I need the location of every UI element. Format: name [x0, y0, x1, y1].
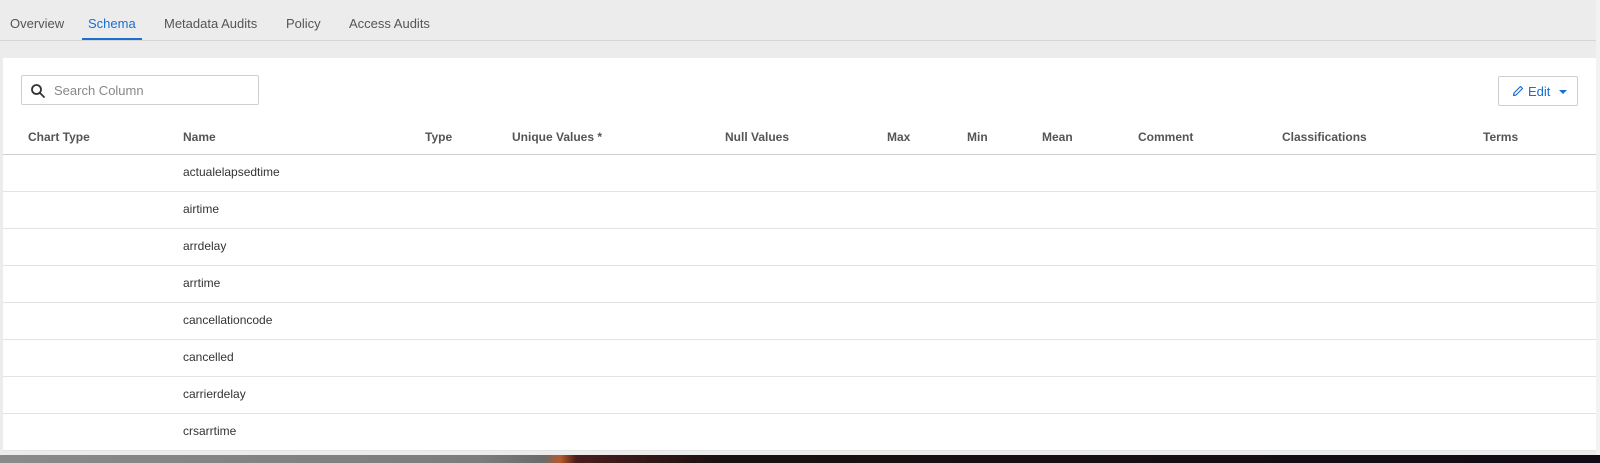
column-name: arrtime	[183, 276, 221, 290]
table-row[interactable]: arrdelay	[3, 229, 1596, 266]
column-name: actualelapsedtime	[183, 165, 280, 179]
schema-panel: Edit Chart Type Name Type Unique Values …	[3, 58, 1596, 451]
tab-overview[interactable]: Overview	[10, 0, 64, 40]
column-header-terms[interactable]: Terms	[1483, 130, 1518, 144]
column-header-null-values[interactable]: Null Values	[725, 130, 789, 144]
column-header-max[interactable]: Max	[887, 130, 910, 144]
column-name: arrdelay	[183, 239, 227, 253]
tab-policy[interactable]: Policy	[286, 0, 321, 40]
edit-button-label: Edit	[1528, 84, 1551, 99]
column-header-unique-values[interactable]: Unique Values *	[512, 130, 602, 144]
table-row[interactable]: airtime	[3, 192, 1596, 229]
table-header: Chart Type Name Type Unique Values * Nul…	[3, 120, 1596, 155]
tab-metadata-audits[interactable]: Metadata Audits	[164, 0, 257, 40]
chevron-down-icon	[1559, 90, 1567, 94]
column-name: airtime	[183, 202, 220, 216]
column-name: carrierdelay	[183, 387, 246, 401]
table-row[interactable]: crsarrtime	[3, 414, 1596, 451]
column-header-type[interactable]: Type	[425, 130, 452, 144]
table-row[interactable]: carrierdelay	[3, 377, 1596, 414]
column-header-classifications[interactable]: Classifications	[1282, 130, 1367, 144]
column-header-chart-type[interactable]: Chart Type	[28, 130, 90, 144]
scroll-gutter	[1596, 0, 1600, 463]
search-column-input[interactable]	[54, 80, 250, 100]
tab-access-audits[interactable]: Access Audits	[349, 0, 430, 40]
table-row[interactable]: cancellationcode	[3, 303, 1596, 340]
table-row[interactable]: actualelapsedtime	[3, 155, 1596, 192]
column-header-min[interactable]: Min	[967, 130, 988, 144]
column-header-comment[interactable]: Comment	[1138, 130, 1193, 144]
column-header-name[interactable]: Name	[183, 130, 216, 144]
pencil-icon	[1512, 85, 1524, 97]
search-column-box[interactable]	[21, 75, 259, 105]
column-name: cancellationcode	[183, 313, 273, 327]
edit-button[interactable]: Edit	[1498, 76, 1578, 106]
search-icon	[30, 83, 46, 99]
tab-schema[interactable]: Schema	[82, 0, 142, 40]
column-header-mean[interactable]: Mean	[1042, 130, 1073, 144]
desktop-background-strip	[0, 455, 1600, 463]
column-name: crsarrtime	[183, 424, 237, 438]
table-row[interactable]: arrtime	[3, 266, 1596, 303]
table-row[interactable]: cancelled	[3, 340, 1596, 377]
tab-bar: Overview Schema Metadata Audits Policy A…	[0, 0, 1596, 41]
column-name: cancelled	[183, 350, 234, 364]
